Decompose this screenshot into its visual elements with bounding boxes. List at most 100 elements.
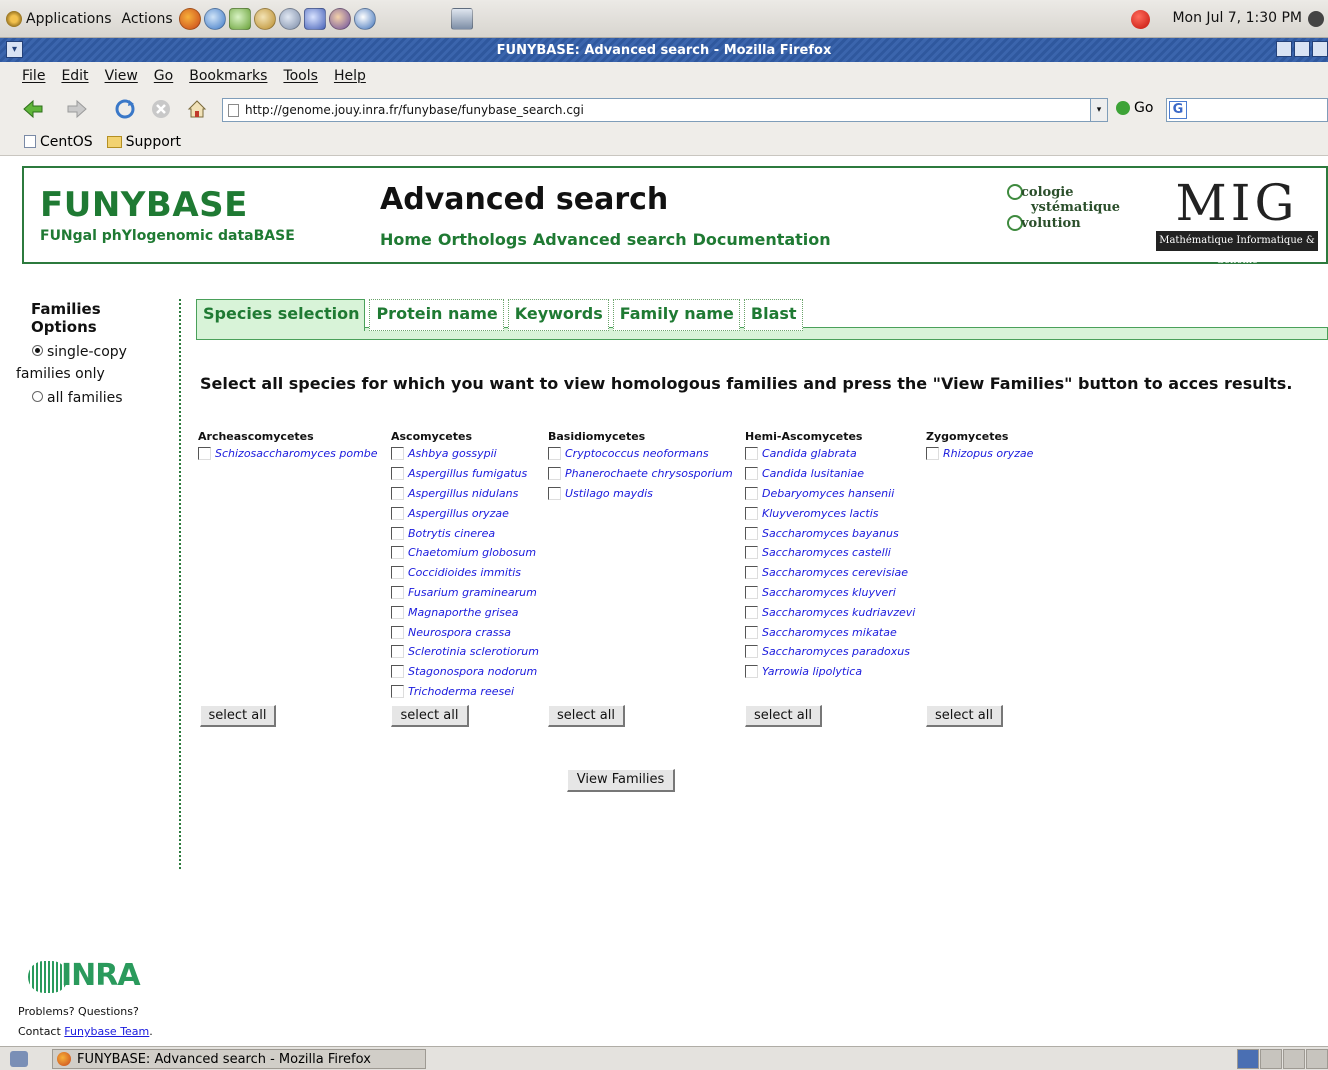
species-label[interactable]: Saccharomyces bayanus <box>762 527 899 540</box>
species-checkbox[interactable] <box>745 447 758 461</box>
species-label[interactable]: Kluyveromyces lactis <box>762 507 879 520</box>
bookmark-centos[interactable]: CentOS <box>24 134 93 150</box>
select-all-basidiomycetes-button[interactable]: select all <box>548 705 625 727</box>
notes-launcher-icon[interactable] <box>303 7 326 30</box>
radio-single-copy[interactable] <box>32 345 43 356</box>
species-checkbox[interactable] <box>391 447 404 461</box>
species-checkbox[interactable] <box>745 645 758 659</box>
minimize-button[interactable] <box>1276 41 1292 57</box>
species-label[interactable]: Ashbya gossypii <box>408 447 497 460</box>
tab-blast[interactable]: Blast <box>743 299 803 331</box>
search-launcher-icon[interactable] <box>278 7 301 30</box>
site-logo-title[interactable]: FUNYBASE <box>40 185 248 225</box>
screen-launcher-icon[interactable] <box>450 7 473 30</box>
species-label[interactable]: Sclerotinia sclerotiorum <box>408 645 539 658</box>
go-button[interactable]: Go <box>1116 100 1153 116</box>
species-checkbox[interactable] <box>548 447 561 461</box>
species-item[interactable]: Fusarium graminearum <box>391 583 539 603</box>
select-all-archeascomycetes-button[interactable]: select all <box>200 705 276 727</box>
species-label[interactable]: Schizosaccharomyces pombe <box>215 447 378 460</box>
species-checkbox[interactable] <box>391 566 404 580</box>
workspace-switcher[interactable] <box>1237 1049 1328 1069</box>
species-item[interactable]: Ustilago maydis <box>548 484 733 504</box>
tab-species-selection[interactable]: Species selection <box>196 299 366 331</box>
species-label[interactable]: Chaetomium globosum <box>408 546 536 559</box>
species-checkbox[interactable] <box>745 585 758 599</box>
species-item[interactable]: Saccharomyces cerevisiae <box>745 563 915 583</box>
select-all-hemi-ascomycetes-button[interactable]: select all <box>745 705 822 727</box>
species-label[interactable]: Saccharomyces mikatae <box>762 626 897 639</box>
stop-icon[interactable] <box>150 98 172 120</box>
species-checkbox[interactable] <box>391 665 404 679</box>
species-label[interactable]: Magnaporthe grisea <box>408 606 519 619</box>
maximize-button[interactable] <box>1294 41 1310 57</box>
search-engine-box[interactable]: G <box>1166 98 1328 122</box>
mail-launcher-icon[interactable] <box>203 7 226 30</box>
menu-tools[interactable]: Tools <box>283 68 318 84</box>
species-item[interactable]: Magnaporthe grisea <box>391 602 539 622</box>
workspace-3[interactable] <box>1283 1049 1305 1069</box>
menu-edit[interactable]: Edit <box>61 68 88 84</box>
update-alert-icon[interactable] <box>1131 10 1150 29</box>
taskbar-window-button[interactable]: FUNYBASE: Advanced search - Mozilla Fire… <box>52 1049 426 1069</box>
menu-bookmarks[interactable]: Bookmarks <box>189 68 267 84</box>
species-label[interactable]: Candida lusitaniae <box>762 467 864 480</box>
species-item[interactable]: Yarrowia lipolytica <box>745 662 915 682</box>
window-menu-button[interactable]: ▾ <box>6 41 23 58</box>
species-label[interactable]: Candida glabrata <box>762 447 857 460</box>
nav-link-documentation[interactable]: Documentation <box>693 230 831 249</box>
species-item[interactable]: Schizosaccharomyces pombe <box>198 444 378 464</box>
species-item[interactable]: Saccharomyces bayanus <box>745 523 915 543</box>
species-checkbox[interactable] <box>391 605 404 619</box>
species-item[interactable]: Saccharomyces castelli <box>745 543 915 563</box>
species-label[interactable]: Stagonospora nodorum <box>408 665 537 678</box>
radio-all-families[interactable] <box>32 391 43 402</box>
search-engine-icon[interactable]: G <box>1169 101 1187 119</box>
species-checkbox[interactable] <box>391 486 404 500</box>
select-all-ascomycetes-button[interactable]: select all <box>391 705 469 727</box>
species-checkbox[interactable] <box>391 546 404 560</box>
species-label[interactable]: Phanerochaete chrysosporium <box>565 467 733 480</box>
species-label[interactable]: Saccharomyces cerevisiae <box>762 566 908 579</box>
menu-view[interactable]: View <box>105 68 138 84</box>
species-label[interactable]: Rhizopus oryzae <box>943 447 1033 460</box>
species-label[interactable]: Botrytis cinerea <box>408 527 495 540</box>
close-button[interactable] <box>1312 41 1328 57</box>
species-item[interactable]: Debaryomyces hansenii <box>745 484 915 504</box>
species-item[interactable]: Coccidioides immitis <box>391 563 539 583</box>
species-label[interactable]: Cryptococcus neoformans <box>565 447 709 460</box>
chat-launcher-icon[interactable] <box>328 7 351 30</box>
show-desktop-icon[interactable] <box>10 1051 28 1067</box>
applications-menu[interactable]: Applications <box>26 11 112 27</box>
menu-file[interactable]: File <box>22 68 45 84</box>
species-label[interactable]: Neurospora crassa <box>408 626 511 639</box>
species-label[interactable]: Aspergillus nidulans <box>408 487 518 500</box>
species-item[interactable]: Chaetomium globosum <box>391 543 539 563</box>
species-item[interactable]: Ashbya gossypii <box>391 444 539 464</box>
species-item[interactable]: Sclerotinia sclerotiorum <box>391 642 539 662</box>
species-checkbox[interactable] <box>745 506 758 520</box>
species-item[interactable]: Trichoderma reesei <box>391 682 539 702</box>
species-item[interactable]: Saccharomyces paradoxus <box>745 642 915 662</box>
funybase-team-link[interactable]: Funybase Team <box>64 1025 149 1038</box>
workspace-4[interactable] <box>1306 1049 1328 1069</box>
species-item[interactable]: Saccharomyces kluyveri <box>745 583 915 603</box>
species-item[interactable]: Botrytis cinerea <box>391 523 539 543</box>
species-item[interactable]: Candida lusitaniae <box>745 464 915 484</box>
nav-link-orthologs[interactable]: Orthologs <box>438 230 527 249</box>
species-item[interactable]: Aspergillus oryzae <box>391 503 539 523</box>
species-checkbox[interactable] <box>745 526 758 540</box>
option-single-copy[interactable]: single-copy <box>32 344 166 360</box>
species-checkbox[interactable] <box>745 467 758 481</box>
species-label[interactable]: Saccharomyces paradoxus <box>762 645 910 658</box>
ese-logo[interactable]: cologie ystématique volution <box>1007 184 1129 244</box>
species-label[interactable]: Ustilago maydis <box>565 487 653 500</box>
species-label[interactable]: Saccharomyces kluyveri <box>762 586 896 599</box>
bookmark-support[interactable]: Support <box>106 134 181 150</box>
url-dropdown-button[interactable]: ▾ <box>1090 98 1108 122</box>
species-checkbox[interactable] <box>745 665 758 679</box>
species-item[interactable]: Saccharomyces mikatae <box>745 622 915 642</box>
species-checkbox[interactable] <box>745 605 758 619</box>
species-label[interactable]: Aspergillus fumigatus <box>408 467 527 480</box>
species-checkbox[interactable] <box>548 486 561 500</box>
